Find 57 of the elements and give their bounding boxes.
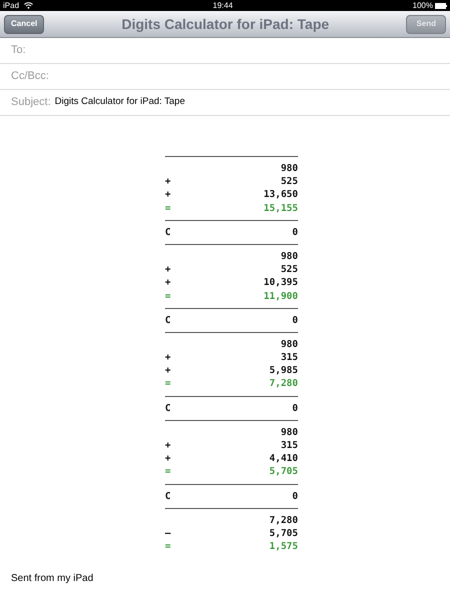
operator: + [165, 351, 171, 364]
total-value: 1,575 [269, 540, 298, 554]
signature: Sent from my iPad [11, 572, 94, 586]
field-label: Subject: [11, 95, 51, 110]
operator: + [165, 364, 171, 378]
tape-value: 13,650 [264, 188, 298, 202]
tape-value: 525 [280, 175, 298, 188]
battery-level: 100% [412, 0, 433, 11]
field-value: Digits Calculator for iPad: Tape [54, 95, 185, 110]
field-row[interactable]: Subject: Digits Calculator for iPad: Tape [0, 90, 450, 116]
field-label: To: [11, 43, 26, 58]
tape-value: 980 [280, 162, 298, 176]
device-name: iPad [3, 0, 20, 11]
operator: C [165, 490, 171, 503]
cancel-button[interactable]: Cancel [4, 14, 44, 34]
tape-value: 980 [280, 250, 298, 264]
tape-value: 0 [292, 226, 298, 239]
tape-value: 980 [280, 426, 298, 439]
tape-value: 0 [292, 402, 298, 415]
tape-value: 7,280 [269, 514, 298, 527]
operator: + [165, 263, 171, 276]
operator: = [165, 540, 171, 554]
operator: = [165, 465, 171, 479]
tape-value: 315 [280, 351, 298, 364]
wifi-icon [24, 2, 34, 9]
operator: + [165, 175, 171, 188]
total-value: 5,705 [269, 465, 298, 479]
total-value: 7,280 [269, 377, 298, 391]
window-title: Digits Calculator for iPad: Tape [120, 14, 330, 34]
total-value: 11,900 [264, 290, 298, 303]
operator: + [165, 276, 171, 290]
operator: + [165, 439, 171, 452]
tape-value: 4,410 [269, 452, 298, 466]
operator: C [165, 226, 171, 239]
tape-value: 5,985 [269, 364, 298, 378]
operator: = [165, 290, 171, 303]
total-value: 15,155 [264, 202, 298, 215]
clock: 19:44 [212, 0, 234, 11]
field-label: Cc/Bcc: [11, 69, 49, 84]
tape-value: 0 [292, 490, 298, 503]
field-row[interactable]: To: [0, 38, 450, 64]
operator: = [165, 377, 171, 391]
operator: C [165, 402, 171, 415]
battery-icon [435, 2, 447, 8]
operator: – [165, 526, 171, 540]
operator: = [165, 202, 171, 215]
operator: C [165, 314, 171, 327]
tape-value: 525 [280, 263, 298, 276]
operator: + [165, 188, 171, 202]
tape-value: 5,705 [269, 526, 298, 540]
tape-value: 315 [280, 439, 298, 452]
operator: + [165, 452, 171, 466]
tape-value: 980 [280, 338, 298, 352]
tape-value: 10,395 [264, 276, 298, 290]
send-button[interactable]: Send [406, 14, 446, 34]
field-row[interactable]: Cc/Bcc: [0, 64, 450, 90]
tape-value: 0 [292, 314, 298, 327]
